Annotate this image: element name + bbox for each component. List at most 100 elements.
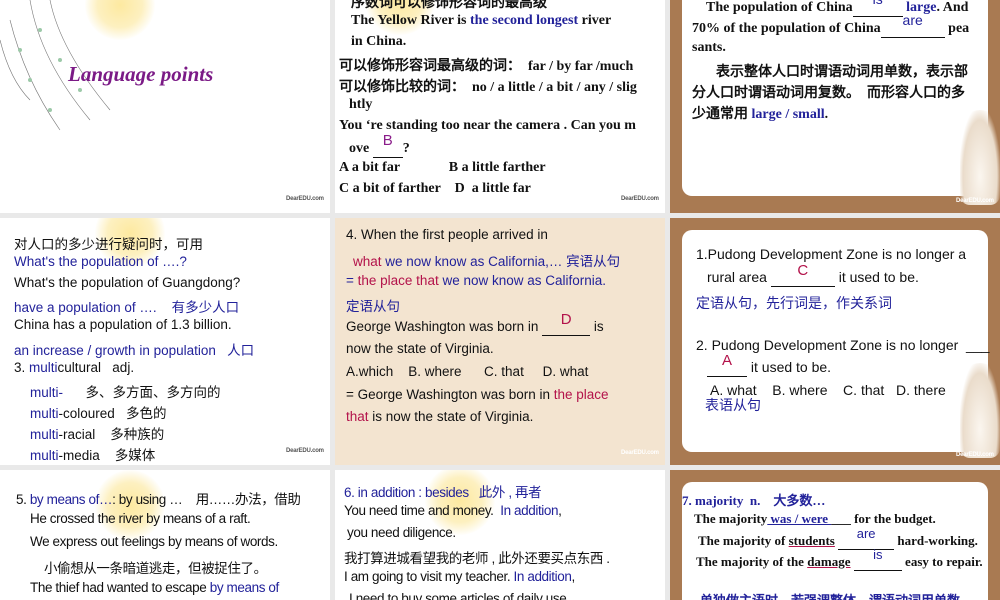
text-line: The majority was / were ___ for the budg… — [694, 511, 936, 527]
text-line: 分人口时谓语动词用复数。 而形容人口的多 — [692, 82, 965, 102]
text-line: He crossed the river by means of a raft. — [30, 511, 251, 526]
highlighted-text: an increase / growth in population 人口 — [14, 342, 255, 358]
text-segment: China has a population of 1.3 billion. — [14, 317, 232, 333]
text-line: rural area C it used to be. — [707, 262, 919, 287]
text-segment: George Washington was born in — [346, 319, 543, 335]
text-line: A a bit far B a little farther — [339, 160, 546, 176]
slide-thumbnail-6[interactable]: DearEDU.com 1.Pudong Development Zone is… — [670, 218, 1000, 465]
text-segment: pea — [944, 21, 970, 36]
highlighted-text: we now know as California. — [438, 272, 607, 288]
text-line: What's the population of ….? — [14, 254, 187, 269]
text-segment: is now the state of Virginia. — [368, 409, 534, 425]
text-segment: A a bit far B a little farther — [339, 160, 546, 175]
highlighted-text: multi- — [30, 384, 63, 400]
slide-thumbnail-9[interactable]: 7. majority n. 大多数… The majority was / we… — [670, 470, 1000, 600]
highlighted-text: multi — [30, 426, 59, 442]
text-line: George Washington was born in D is — [346, 311, 604, 337]
text-segment: 分人口时谓语动词用复数。 而形容人口的多 — [692, 86, 965, 101]
watermark-logo: DearEDU.com — [286, 196, 324, 202]
text-segment: The population of China — [706, 0, 853, 15]
answer-text: are — [902, 12, 923, 28]
text-line: The population of Chinais large. And — [706, 0, 968, 17]
text-line: The majority of the damage is easy to re… — [696, 547, 983, 571]
text-segment: river — [578, 13, 612, 28]
highlighted-text: by means of — [209, 580, 280, 595]
text-segment: I need to buy some articles of daily use… — [349, 591, 570, 600]
answer-blank: D — [542, 311, 591, 337]
text-segment: now the state of Virginia. — [346, 341, 494, 356]
text-segment: -media 多媒体 — [58, 448, 156, 463]
text-segment: damage — [807, 553, 851, 569]
cat-illustration — [960, 110, 1000, 205]
cat-illustration — [960, 363, 1000, 458]
text-segment: You need time and money. — [344, 503, 501, 518]
answer-blank: are — [838, 526, 895, 550]
slide-thumbnail-5[interactable]: DearEDU.com 4. When the first people arr… — [335, 218, 665, 465]
text-segment: cultural adj. — [57, 359, 135, 375]
text-line: 70% of the population of China are pea — [692, 12, 970, 38]
text-line: now the state of Virginia. — [346, 341, 494, 356]
text-segment: students — [788, 532, 835, 548]
text-segment: 3. — [14, 359, 30, 375]
highlighted-text: what — [353, 253, 382, 269]
text-line: C a bit of farther D a little far — [339, 181, 531, 197]
text-line: China has a population of 1.3 billion. — [14, 317, 232, 332]
text-segment: hard-working. — [894, 532, 978, 548]
slide-thumbnail-2[interactable]: DearEDU.com 序数词可以修饰形容词的最高级 The Yellow Riv… — [335, 0, 665, 213]
text-line: The Yellow River is the second longest r… — [351, 13, 611, 29]
highlighted-text: have a population of …. 有多少人口 — [14, 300, 240, 316]
text-line: 6. in addition : besides 此外 , 再者 — [344, 481, 542, 501]
highlighted-text: = — [346, 272, 358, 288]
watermark-logo: DearEDU.com — [621, 450, 659, 456]
highlighted-text: we now know as California,… 宾语从句 — [381, 253, 621, 269]
highlighted-text: multi — [30, 405, 59, 421]
text-line: 定语从句，先行词是，作关系词 — [696, 293, 892, 313]
text-segment: = George Washington was born in — [346, 386, 554, 402]
slide-thumbnail-3[interactable]: DearEDU.com The population of China is la… — [670, 0, 1000, 213]
text-segment: ___ for the budget. — [831, 511, 936, 527]
watermark-logo: DearEDU.com — [956, 452, 994, 458]
text-segment: The Yellow River is — [351, 13, 470, 28]
text-line: The thief had wanted to escape by means … — [30, 580, 279, 595]
text-segment: it used to be. — [834, 268, 919, 285]
answer-blank: B — [372, 132, 403, 158]
text-segment: rural area — [707, 268, 771, 285]
answer-blank: C — [770, 262, 835, 287]
highlighted-text: the place — [553, 386, 609, 402]
answer-text: C — [797, 261, 809, 279]
slide-thumbnail-7[interactable]: 5. by means of…: by using … 用……办法，借助 He c… — [0, 470, 330, 600]
highlighted-text: multi — [30, 448, 59, 463]
answer-blank: A — [707, 352, 747, 377]
text-line: 7. majority n. 大多数… — [682, 490, 825, 509]
text-segment: 1.Pudong Development Zone is no longer a — [696, 246, 967, 262]
text-segment: The majority of — [698, 532, 789, 548]
text-segment: You ‘re standing too near the camera . C… — [339, 118, 636, 133]
text-line: 3. multicultural adj. — [14, 360, 134, 375]
text-line: 可以修饰比较的词： no / a little / a bit / any / … — [339, 76, 637, 96]
text-line: I am going to visit my teacher. In addit… — [344, 569, 575, 584]
text-segment: , — [558, 503, 562, 518]
text-line: 1.Pudong Development Zone is no longer a — [696, 246, 966, 262]
text-segment: , — [571, 569, 575, 584]
text-line: 可以修饰形容词最高级的词： far / by far /much — [339, 55, 633, 75]
text-segment: The majority — [694, 511, 768, 527]
text-line: in China. — [351, 34, 406, 50]
text-segment: I am going to visit my teacher. — [344, 569, 514, 584]
text-segment: 序数词可以修饰形容词的最高级 — [351, 0, 547, 11]
text-segment: is — [590, 319, 604, 335]
text-line: You need time and money. In addition, — [344, 503, 562, 518]
watermark-logo: DearEDU.com — [286, 448, 324, 454]
highlighted-text: In addition — [513, 569, 572, 584]
text-line: what we now know as California,… 宾语从句 — [353, 250, 620, 270]
willow-branch-decoration — [0, 0, 111, 131]
answer-text: B — [382, 132, 393, 149]
text-segment: -racial 多种族的 — [58, 426, 165, 442]
text-segment: 可以修饰形容词最高级的词： far / by far /much — [339, 59, 634, 74]
text-line: = George Washington was born in the plac… — [346, 387, 609, 402]
text-segment: 5. — [16, 492, 30, 507]
slide-thumbnail-8[interactable]: 6. in addition : besides 此外 , 再者 You need… — [335, 470, 665, 600]
text-line: A it used to be. — [707, 352, 831, 377]
slide-thumbnail-4[interactable]: DearEDU.com 对人口的多少进行疑问时，可用 What's the pop… — [0, 218, 330, 465]
highlighted-text: by means of… — [29, 492, 113, 507]
slide-thumbnail-1[interactable]: Language points DearEDU.com — [0, 0, 330, 213]
